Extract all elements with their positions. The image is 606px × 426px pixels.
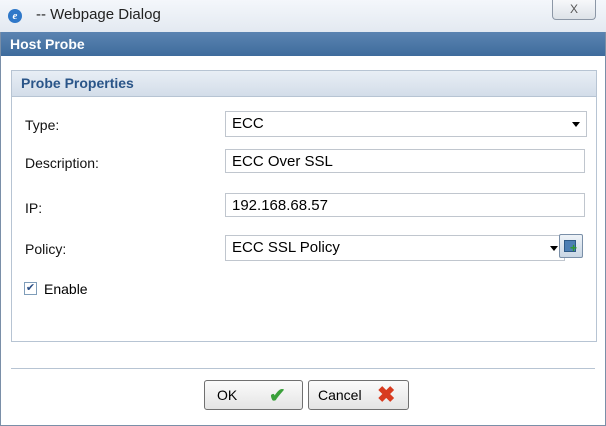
description-value: ECC Over SSL: [232, 153, 333, 170]
type-label: Type:: [25, 117, 60, 133]
probe-properties-panel: Probe Properties Type: ECC Description: …: [11, 70, 597, 342]
ok-label: OK: [217, 387, 238, 403]
checkmark-icon: ✔: [269, 385, 286, 407]
chevron-down-icon[interactable]: [550, 246, 558, 251]
policy-select[interactable]: ECC SSL Policy: [225, 235, 565, 261]
window-title: -- Webpage Dialog: [36, 6, 161, 23]
panel-title: Probe Properties: [12, 71, 596, 97]
policy-label: Policy:: [25, 241, 67, 257]
close-button[interactable]: X: [552, 0, 596, 20]
dialog-title: Host Probe: [1, 32, 605, 56]
plus-icon: +: [570, 241, 578, 255]
description-field[interactable]: ECC Over SSL: [225, 149, 585, 173]
cancel-button[interactable]: Cancel ✖: [308, 380, 409, 410]
type-select-value: ECC: [232, 115, 264, 132]
description-label: Description:: [25, 155, 99, 171]
cancel-label: Cancel: [318, 387, 362, 403]
ip-value: 192.168.68.57: [232, 197, 328, 214]
checkmark-icon: ✔: [25, 282, 36, 294]
ip-field[interactable]: 192.168.68.57: [225, 193, 585, 217]
close-icon[interactable]: X: [570, 2, 578, 16]
chevron-down-icon[interactable]: [572, 122, 580, 127]
policy-select-value: ECC SSL Policy: [232, 239, 340, 256]
window-titlebar: e -- Webpage Dialog X: [0, 0, 606, 32]
add-policy-button[interactable]: +: [559, 234, 583, 258]
ok-button[interactable]: OK ✔: [204, 380, 303, 410]
host-probe-dialog: Host Probe Probe Properties Type: ECC De…: [0, 32, 606, 426]
ip-label: IP:: [25, 200, 43, 216]
enable-label: Enable: [44, 281, 88, 297]
cancel-x-icon: ✖: [377, 382, 396, 407]
enable-checkbox[interactable]: ✔: [24, 282, 37, 295]
type-select[interactable]: ECC: [225, 111, 587, 137]
ie-icon: e: [8, 9, 22, 23]
footer-divider: [11, 368, 595, 369]
